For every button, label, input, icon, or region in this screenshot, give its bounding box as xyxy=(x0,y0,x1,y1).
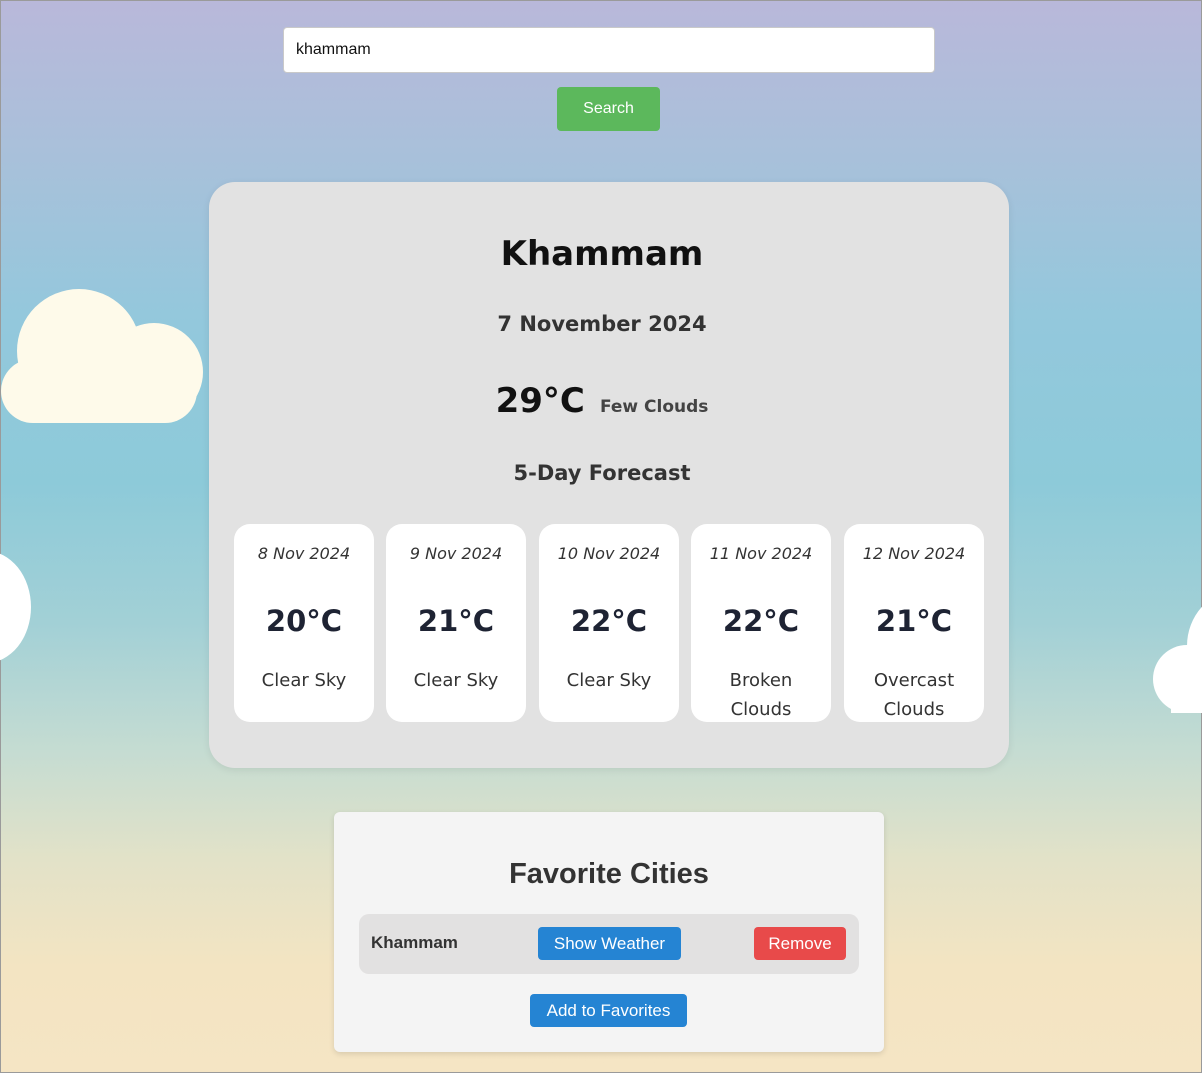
forecast-description: Clear Sky xyxy=(261,670,347,691)
forecast-day-card: 10 Nov 2024 22°C Clear Sky xyxy=(539,524,679,722)
forecast-date: 11 Nov 2024 xyxy=(709,544,813,563)
search-button[interactable]: Search xyxy=(557,87,660,131)
current-temperature: 29°C xyxy=(495,381,585,421)
forecast-description: Overcast Clouds xyxy=(873,670,955,720)
current-description: Few Clouds xyxy=(599,397,709,417)
forecast-temperature: 21°C xyxy=(417,604,495,638)
forecast-date: 8 Nov 2024 xyxy=(257,544,351,563)
forecast-date: 9 Nov 2024 xyxy=(409,544,503,563)
forecast-temperature: 22°C xyxy=(722,604,800,638)
forecast-description: Clear Sky xyxy=(413,670,499,691)
current-conditions: 29°C Few Clouds xyxy=(1,381,1202,421)
forecast-day-card: 8 Nov 2024 20°C Clear Sky xyxy=(234,524,374,722)
favorite-city-name: Khammam xyxy=(371,933,458,952)
forecast-description: Broken Clouds xyxy=(729,670,793,720)
add-to-favorites-button[interactable]: Add to Favorites xyxy=(530,994,687,1027)
search-input[interactable] xyxy=(283,27,935,73)
forecast-temperature: 22°C xyxy=(570,604,648,638)
forecast-description: Clear Sky xyxy=(566,670,652,691)
show-weather-button[interactable]: Show Weather xyxy=(538,927,681,960)
forecast-temperature: 20°C xyxy=(265,604,343,638)
forecast-day-card: 9 Nov 2024 21°C Clear Sky xyxy=(386,524,526,722)
current-date: 7 November 2024 xyxy=(497,312,707,336)
remove-favorite-button[interactable]: Remove xyxy=(754,927,846,960)
city-name: Khammam xyxy=(500,234,704,274)
favorites-title: Favorite Cities xyxy=(509,858,709,890)
forecast-date: 10 Nov 2024 xyxy=(557,544,661,563)
forecast-day-card: 12 Nov 2024 21°C Overcast Clouds xyxy=(844,524,984,722)
forecast-temperature: 21°C xyxy=(875,604,953,638)
cloud-right-decoration xyxy=(1151,591,1202,715)
cloud-left-edge-decoration xyxy=(0,551,31,663)
forecast-date: 12 Nov 2024 xyxy=(862,544,966,563)
forecast-title: 5-Day Forecast xyxy=(513,461,691,485)
forecast-day-card: 11 Nov 2024 22°C Broken Clouds xyxy=(691,524,831,722)
